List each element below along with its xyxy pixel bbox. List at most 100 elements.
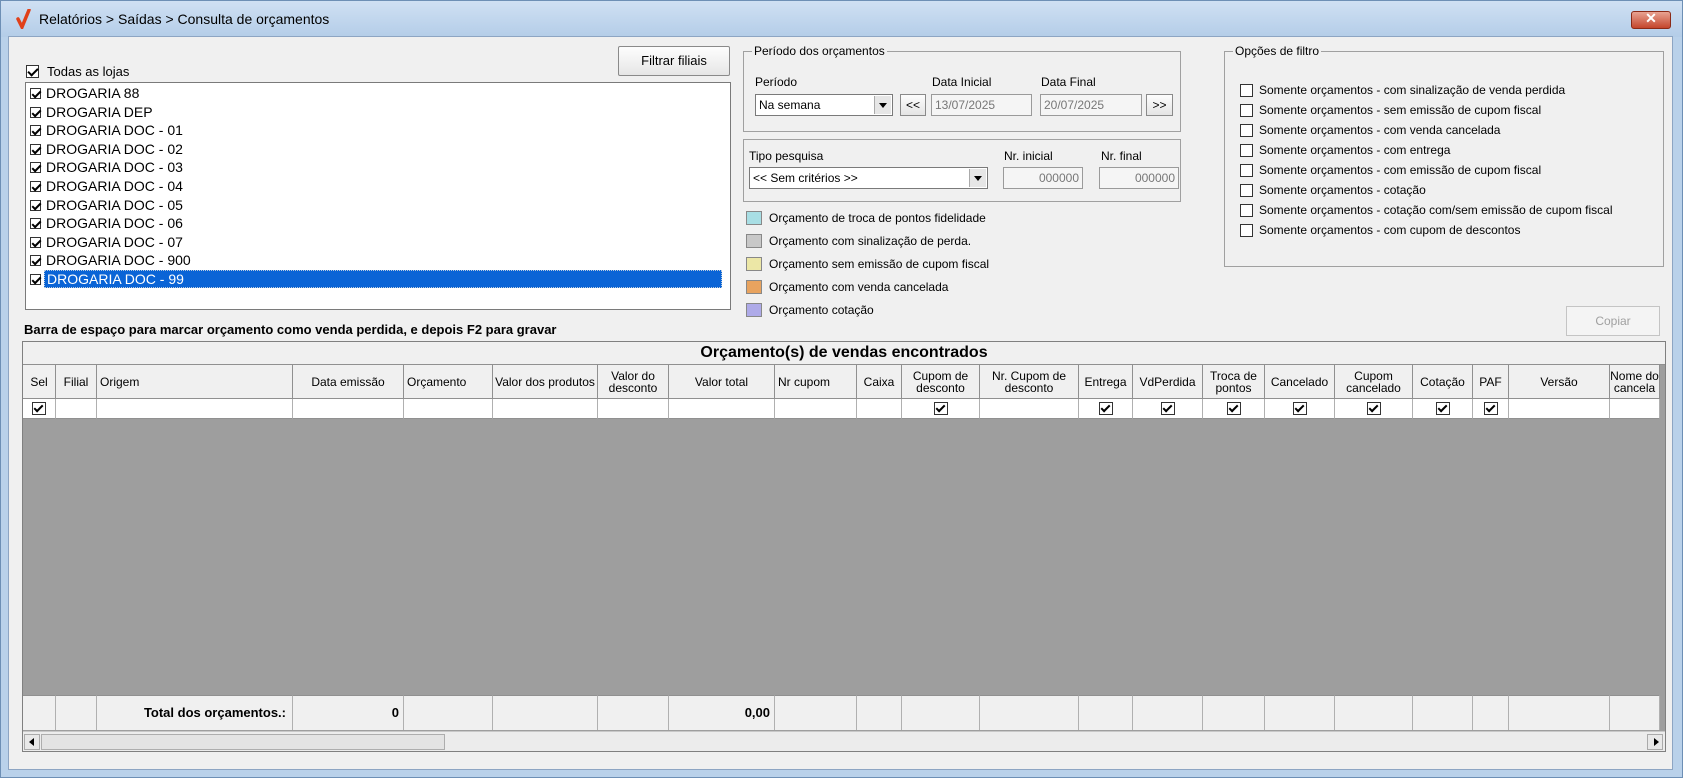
store-checkbox[interactable] [30,162,41,174]
column-filter-checkbox[interactable] [1160,402,1175,415]
column-filter-checkbox[interactable] [1435,402,1450,415]
column-header[interactable]: Nr cupom [775,365,857,399]
store-checkbox[interactable] [30,88,41,99]
search-type-select[interactable]: << Sem critérios >> [749,167,988,189]
filter-row-cell[interactable] [493,399,598,419]
store-list-item[interactable]: DROGARIA DEP [28,103,728,121]
store-checkbox[interactable] [30,181,41,192]
store-checkbox[interactable] [30,274,41,285]
column-header[interactable]: Cotação [1413,365,1473,399]
store-checkbox[interactable] [30,125,41,137]
filter-row-cell[interactable] [598,399,669,419]
filter-row-cell[interactable] [857,399,902,419]
column-filter-checkbox[interactable] [1292,402,1307,415]
column-header[interactable]: Filial [56,365,97,399]
column-header[interactable]: Data emissão [293,365,404,399]
filter-row-cell[interactable] [1203,399,1265,419]
filter-row-cell[interactable] [293,399,404,419]
column-header[interactable]: Cupom de desconto [902,365,980,399]
store-checkbox[interactable] [30,236,41,248]
column-header[interactable]: Origem [97,365,293,399]
copy-button[interactable]: Copiar [1566,306,1660,336]
end-date-field[interactable]: 20/07/2025 [1040,94,1142,116]
column-header[interactable]: PAF [1473,365,1509,399]
store-list-item[interactable]: DROGARIA DOC - 05 [28,196,728,214]
next-period-button[interactable]: >> [1146,94,1173,116]
column-header[interactable]: Caixa [857,365,902,399]
column-filter-checkbox[interactable] [1226,402,1241,415]
store-list-item[interactable]: DROGARIA DOC - 900 [28,251,728,269]
column-header[interactable]: Troca de pontos [1203,365,1265,399]
column-header[interactable]: Versão [1509,365,1610,399]
filter-option-checkbox[interactable] [1240,224,1253,237]
filter-option-checkbox[interactable] [1240,204,1253,217]
horizontal-scrollbar[interactable] [23,731,1665,751]
column-header[interactable]: Nome do cancela [1610,365,1660,399]
filter-row-cell[interactable] [1265,399,1335,419]
store-list[interactable]: DROGARIA 88 DROGARIA DEP DROGARIA DOC - 01… [25,82,731,310]
column-header[interactable]: Valor do desconto [598,365,669,399]
quotes-grid[interactable]: Orçamento(s) de vendas encontrados Sel Fi… [22,341,1666,752]
scroll-right-icon[interactable] [1647,734,1663,750]
store-list-item[interactable]: DROGARIA 88 [28,84,728,102]
store-checkbox[interactable] [30,199,41,211]
scroll-left-icon[interactable] [24,734,40,750]
scroll-thumb[interactable] [41,734,445,750]
filter-row-cell[interactable] [23,399,56,419]
filter-row-cell[interactable] [669,399,775,419]
store-checkbox[interactable] [30,143,41,155]
filter-branches-button[interactable]: Filtrar filiais [618,46,730,76]
column-filter-checkbox[interactable] [1098,402,1113,415]
filter-row-cell[interactable] [1413,399,1473,419]
period-select[interactable]: Na semana [755,94,893,116]
column-header[interactable]: Nr. Cupom de desconto [980,365,1079,399]
filter-option-checkbox[interactable] [1240,104,1253,117]
filter-row-cell[interactable] [1335,399,1413,419]
all-stores-checkbox[interactable] [26,65,39,79]
store-list-item[interactable]: DROGARIA DOC - 02 [28,140,728,158]
filter-row-cell[interactable] [56,399,97,419]
column-filter-checkbox[interactable] [1366,402,1381,415]
title-bar[interactable]: Relatórios > Saídas > Consulta de orçame… [1,1,1682,37]
filter-row-cell[interactable] [404,399,493,419]
store-checkbox[interactable] [30,218,41,230]
store-list-item[interactable]: DROGARIA DOC - 01 [28,121,728,139]
filter-row-cell[interactable] [775,399,857,419]
store-checkbox[interactable] [30,255,41,267]
filter-row-cell[interactable] [1079,399,1133,419]
column-header[interactable]: Cupom cancelado [1335,365,1413,399]
filter-row-cell[interactable] [1509,399,1610,419]
nr-initial-field[interactable]: 000000 [1003,167,1083,189]
filter-option-checkbox[interactable] [1240,84,1253,97]
column-header[interactable]: Sel [23,365,56,399]
store-list-item[interactable]: DROGARIA DOC - 07 [28,233,728,251]
filter-row-cell[interactable] [1610,399,1660,419]
column-filter-checkbox[interactable] [933,402,948,415]
column-header[interactable]: Orçamento [404,365,493,399]
nr-final-field[interactable]: 000000 [1099,167,1179,189]
store-list-item[interactable]: DROGARIA DOC - 99 [28,270,728,288]
column-header[interactable]: Cancelado [1265,365,1335,399]
column-header[interactable]: Valor dos produtos [493,365,598,399]
filter-row-cell[interactable] [902,399,980,419]
filter-option-checkbox[interactable] [1240,184,1253,197]
filter-row-cell[interactable] [97,399,293,419]
start-date-field[interactable]: 13/07/2025 [931,94,1032,116]
close-button[interactable]: ✕ [1631,10,1671,29]
filter-row-cell[interactable] [1133,399,1203,419]
column-header[interactable]: Valor total [669,365,775,399]
store-list-item[interactable]: DROGARIA DOC - 04 [28,177,728,195]
filter-option-checkbox[interactable] [1240,124,1253,137]
column-filter-checkbox[interactable] [1483,402,1498,415]
filter-option-checkbox[interactable] [1240,144,1253,157]
filter-row-cell[interactable] [1473,399,1509,419]
store-list-item[interactable]: DROGARIA DOC - 06 [28,214,728,232]
column-filter-checkbox[interactable] [32,402,46,415]
store-list-item[interactable]: DROGARIA DOC - 03 [28,158,728,176]
column-header[interactable]: VdPerdida [1133,365,1203,399]
store-checkbox[interactable] [30,106,41,118]
filter-row-cell[interactable] [980,399,1079,419]
column-header[interactable]: Entrega [1079,365,1133,399]
previous-period-button[interactable]: << [900,94,926,116]
filter-option-checkbox[interactable] [1240,164,1253,177]
